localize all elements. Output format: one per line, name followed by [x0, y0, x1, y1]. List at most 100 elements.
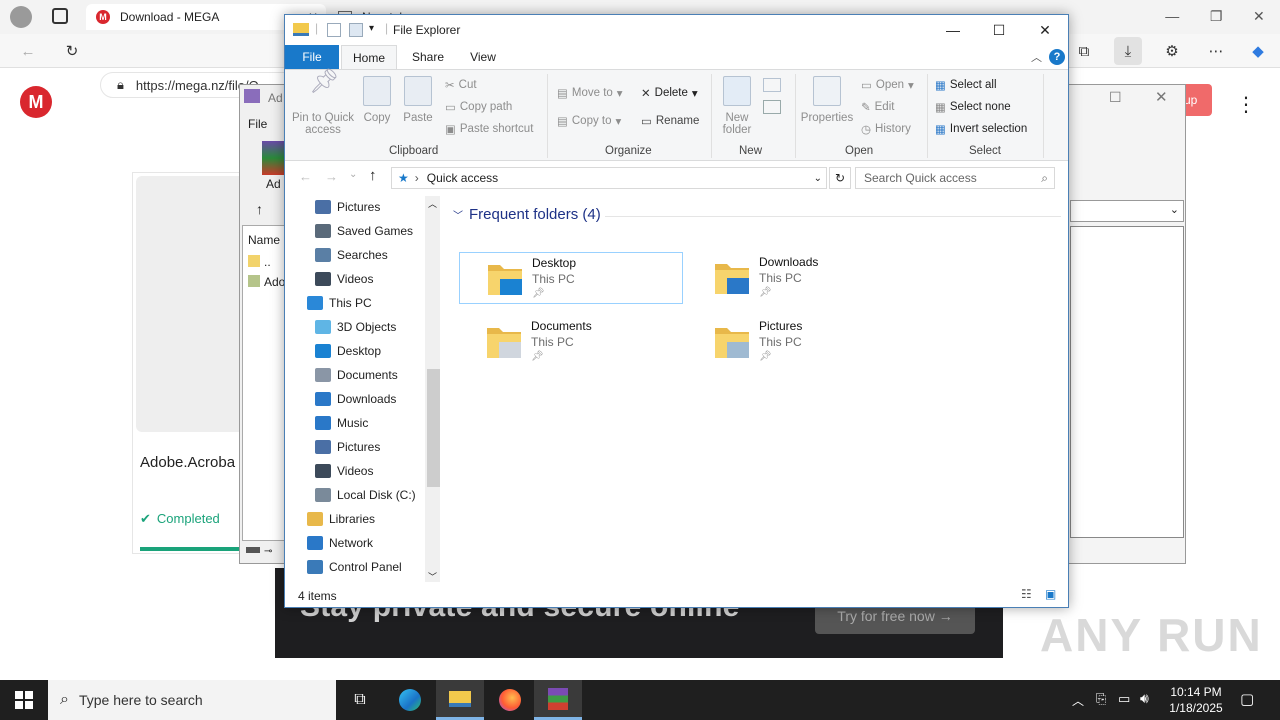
breadcrumb-quick-access[interactable]: Quick access — [427, 171, 498, 185]
nav-item[interactable]: Music — [315, 412, 368, 434]
list-item[interactable]: .. — [248, 255, 271, 269]
history-button[interactable]: ◷ History — [861, 122, 911, 136]
properties-qat-icon[interactable] — [327, 23, 341, 37]
mega-logo[interactable]: M — [20, 86, 52, 118]
delete-button[interactable]: ✕ Delete ▾ — [641, 86, 698, 100]
properties-button[interactable]: Properties — [799, 76, 855, 124]
maximize-icon[interactable]: ☐ — [1109, 89, 1122, 106]
frequent-folders-header[interactable]: ﹀ Frequent folders (4) — [453, 206, 601, 223]
search-input[interactable]: Search Quick access ⌕ — [855, 167, 1055, 189]
new-item-icon[interactable] — [763, 78, 781, 92]
up-icon[interactable]: ↑ — [369, 167, 377, 184]
nav-item[interactable]: Desktop — [315, 340, 381, 362]
restore-icon[interactable]: ❐ — [1210, 8, 1223, 25]
select-all-button[interactable]: ▦ Select all — [935, 78, 997, 92]
tab-view[interactable]: View — [459, 45, 507, 69]
firefox-taskbar-button[interactable] — [486, 680, 534, 720]
back-icon[interactable]: ← — [299, 169, 312, 184]
scroll-down-icon[interactable]: ﹀ — [428, 570, 437, 583]
minimize-icon[interactable]: — — [1165, 8, 1179, 25]
nav-item[interactable]: Network — [307, 532, 373, 554]
nav-item[interactable]: Control Panel — [307, 556, 402, 578]
easy-access-icon[interactable] — [763, 100, 781, 114]
minimize-icon[interactable]: — — [930, 15, 976, 45]
recent-locations-icon[interactable]: ⌄ — [349, 169, 357, 180]
close-icon[interactable]: ✕ — [1253, 8, 1265, 25]
downloads-icon[interactable]: ⤓ — [1114, 37, 1142, 65]
maximize-icon[interactable]: ☐ — [976, 15, 1022, 45]
meet-now-icon[interactable]: ⎘ — [1096, 691, 1106, 707]
column-name[interactable]: Name — [248, 233, 280, 247]
nav-item[interactable]: 3D Objects — [315, 316, 396, 338]
nav-item[interactable]: Downloads — [315, 388, 396, 410]
move-to-button[interactable]: ▤ Move to ▾ — [557, 86, 623, 100]
refresh-icon[interactable]: ↻ — [58, 37, 86, 65]
task-view-button[interactable]: ⧉ — [336, 680, 384, 720]
paste-button[interactable]: Paste — [401, 76, 435, 124]
menu-icon[interactable]: ⋮ — [1236, 92, 1256, 117]
help-icon[interactable]: ? — [1049, 49, 1065, 65]
file-explorer-window[interactable]: | ▾ | File Explorer — ☐ ✕ File Home Shar… — [284, 14, 1069, 608]
volume-icon[interactable]: 🔊︎ — [1140, 690, 1149, 707]
nav-item[interactable]: Libraries — [307, 508, 375, 530]
clock[interactable]: 10:14 PM 1/18/2025 — [1162, 684, 1230, 716]
winrar-combo[interactable]: ⌄ — [1070, 200, 1184, 222]
customize-qat-icon[interactable]: ▾ — [369, 23, 374, 34]
nav-item[interactable]: Documents — [315, 364, 398, 386]
more-menu-icon[interactable]: ⋯ — [1202, 37, 1230, 65]
scroll-up-icon[interactable]: ︿ — [428, 197, 437, 210]
copy-button[interactable]: Copy — [361, 76, 393, 124]
collections-icon[interactable]: ⧉ — [1070, 37, 1098, 65]
profile-avatar[interactable] — [10, 6, 32, 28]
show-hidden-icons-icon[interactable]: ︿ — [1072, 692, 1084, 709]
nav-item[interactable]: This PC — [307, 292, 372, 314]
collapse-ribbon-icon[interactable]: ︿ — [1031, 49, 1042, 65]
explorer-taskbar-button[interactable] — [436, 680, 484, 720]
extensions-icon[interactable]: ⚙︎ — [1158, 37, 1186, 65]
pin-quick-access-button[interactable]: 📌︎ Pin to Quick access — [289, 70, 357, 137]
network-icon[interactable]: ▭ — [1118, 691, 1130, 707]
new-folder-qat-icon[interactable] — [349, 23, 363, 37]
forward-icon[interactable]: → — [325, 169, 338, 184]
taskbar-search[interactable]: ⌕ Type here to search — [48, 680, 336, 720]
new-folder-button[interactable]: New folder — [715, 76, 759, 136]
close-icon[interactable]: ✕ — [1155, 88, 1168, 106]
start-button[interactable] — [0, 680, 48, 720]
details-view-icon[interactable]: ☷ — [1021, 587, 1032, 601]
nav-item[interactable]: Searches — [315, 244, 388, 266]
tab-home[interactable]: Home — [341, 45, 397, 69]
edit-button[interactable]: ✎ Edit — [861, 100, 894, 114]
address-dropdown-icon[interactable]: ⌄ — [814, 173, 822, 184]
paste-shortcut-button[interactable]: ▣ Paste shortcut — [445, 122, 533, 136]
address-bar[interactable]: ★ › Quick access ⌄ — [391, 167, 827, 189]
scrollbar-thumb[interactable] — [427, 369, 440, 487]
tab-share[interactable]: Share — [403, 45, 453, 69]
tab-file[interactable]: File — [285, 45, 339, 69]
close-icon[interactable]: ✕ — [1022, 15, 1068, 45]
edge-taskbar-button[interactable] — [386, 680, 434, 720]
nav-item[interactable]: Pictures — [315, 196, 380, 218]
large-icons-view-icon[interactable]: ▣ — [1045, 587, 1056, 601]
nav-item[interactable]: Videos — [315, 460, 373, 482]
select-none-button[interactable]: ▦ Select none — [935, 100, 1011, 114]
notifications-icon[interactable]: ▢ — [1240, 690, 1254, 708]
winrar-menu-file[interactable]: File — [248, 117, 267, 131]
copy-to-button[interactable]: ▤ Copy to ▾ — [557, 114, 621, 128]
back-icon[interactable]: ← — [14, 37, 42, 65]
tab-actions-icon[interactable] — [52, 8, 68, 24]
list-item[interactable]: Ado — [248, 275, 285, 289]
rename-button[interactable]: ▭ Rename — [641, 114, 699, 128]
copy-path-button[interactable]: ▭ Copy path — [445, 100, 512, 114]
up-icon[interactable]: ↑ — [256, 201, 263, 217]
add-archive-icon[interactable] — [262, 141, 284, 175]
cut-button[interactable]: ✂ Cut — [445, 78, 477, 92]
copilot-icon[interactable]: ◆ — [1244, 37, 1272, 65]
folder-tile[interactable]: Pictures This PC 📌︎ — [687, 316, 911, 368]
nav-item[interactable]: Pictures — [315, 436, 380, 458]
folder-tile[interactable]: Desktop This PC 📌︎ — [459, 252, 683, 304]
winrar-taskbar-button[interactable] — [534, 680, 582, 720]
folder-tile[interactable]: Downloads This PC 📌︎ — [687, 252, 911, 304]
invert-selection-button[interactable]: ▦ Invert selection — [935, 122, 1027, 136]
refresh-icon[interactable]: ↻ — [829, 167, 851, 189]
nav-item[interactable]: Videos — [315, 268, 373, 290]
